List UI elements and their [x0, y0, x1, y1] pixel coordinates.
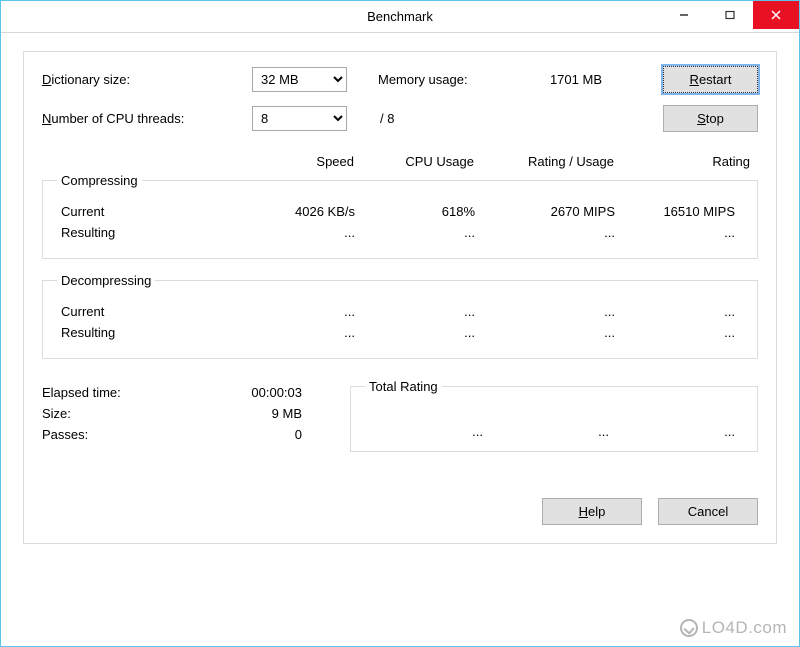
- total-rating-legend: Total Rating: [365, 379, 442, 394]
- maximize-icon: [725, 10, 735, 20]
- passes-label: Passes:: [42, 427, 182, 442]
- row-label: Current: [57, 304, 243, 319]
- memory-usage-label: Memory usage:: [372, 72, 502, 87]
- close-icon: [770, 9, 782, 21]
- dictionary-row: Dictionary size: 32 MB Memory usage: 170…: [42, 66, 758, 93]
- titlebar: Benchmark: [1, 1, 799, 33]
- benchmark-window: Benchmark Dictionary size: 32 MB: [0, 0, 800, 647]
- maximize-button[interactable]: [707, 1, 753, 29]
- bottom-area: Elapsed time: 00:00:03 Size: 9 MB Passes…: [42, 379, 758, 452]
- cell-rating: ...: [623, 325, 743, 340]
- cell-speed: ...: [243, 325, 363, 340]
- threads-max: / 8: [372, 111, 502, 126]
- decompressing-legend: Decompressing: [57, 273, 155, 288]
- total-rating-group: Total Rating ... ... ...: [350, 379, 758, 452]
- elapsed-label: Elapsed time:: [42, 385, 182, 400]
- dialog-buttons: Help Cancel: [42, 498, 758, 525]
- cpu-threads-select[interactable]: 8: [252, 106, 347, 131]
- header-rating: Rating: [622, 154, 758, 169]
- elapsed-row: Elapsed time: 00:00:03: [42, 385, 322, 400]
- header-rating-usage: Rating / Usage: [482, 154, 622, 169]
- row-label: Resulting: [57, 325, 243, 340]
- compressing-group: Compressing Current 4026 KB/s 618% 2670 …: [42, 173, 758, 259]
- row-label: Current: [57, 204, 243, 219]
- cell-speed: ...: [243, 304, 363, 319]
- cell-speed: 4026 KB/s: [243, 204, 363, 219]
- watermark: LO4D.com: [680, 618, 787, 638]
- watermark-text: LO4D.com: [702, 618, 787, 638]
- memory-usage-value: 1701 MB: [502, 72, 622, 87]
- cell-rating-usage: ...: [483, 225, 623, 240]
- cpu-threads-label: Number of CPU threads:: [42, 111, 252, 126]
- window-controls: [661, 1, 799, 29]
- total-row: ... ... ...: [365, 424, 743, 439]
- dictionary-size-select[interactable]: 32 MB: [252, 67, 347, 92]
- cell-speed: ...: [243, 225, 363, 240]
- size-label: Size:: [42, 406, 182, 421]
- cell-cpu: 618%: [363, 204, 483, 219]
- stop-button[interactable]: Stop: [663, 105, 758, 132]
- minimize-icon: [679, 10, 689, 20]
- close-button[interactable]: [753, 1, 799, 29]
- threads-row: Number of CPU threads: 8 / 8 Stop: [42, 105, 758, 132]
- decompressing-group: Decompressing Current ... ... ... ... Re…: [42, 273, 758, 359]
- stats-block: Elapsed time: 00:00:03 Size: 9 MB Passes…: [42, 379, 322, 452]
- cell-rating-usage: ...: [483, 325, 623, 340]
- table-row: Resulting ... ... ... ...: [57, 325, 743, 340]
- restart-button[interactable]: Restart: [663, 66, 758, 93]
- cell-cpu: ...: [363, 325, 483, 340]
- row-label: Resulting: [57, 225, 243, 240]
- cell-rating: ...: [623, 225, 743, 240]
- total-val-1: ...: [365, 424, 491, 439]
- table-row: Current 4026 KB/s 618% 2670 MIPS 16510 M…: [57, 204, 743, 219]
- dictionary-size-label: Dictionary size:: [42, 72, 252, 87]
- minimize-button[interactable]: [661, 1, 707, 29]
- main-panel: Dictionary size: 32 MB Memory usage: 170…: [23, 51, 777, 544]
- table-row: Current ... ... ... ...: [57, 304, 743, 319]
- cell-rating-usage: ...: [483, 304, 623, 319]
- total-val-2: ...: [491, 424, 617, 439]
- column-headers: Speed CPU Usage Rating / Usage Rating: [42, 154, 758, 169]
- table-row: Resulting ... ... ... ...: [57, 225, 743, 240]
- watermark-icon: [680, 619, 698, 637]
- compressing-legend: Compressing: [57, 173, 142, 188]
- header-cpu-usage: CPU Usage: [362, 154, 482, 169]
- help-button[interactable]: Help: [542, 498, 642, 525]
- elapsed-value: 00:00:03: [182, 385, 322, 400]
- size-row: Size: 9 MB: [42, 406, 322, 421]
- size-value: 9 MB: [182, 406, 322, 421]
- cell-cpu: ...: [363, 225, 483, 240]
- cell-rating: 16510 MIPS: [623, 204, 743, 219]
- cancel-button[interactable]: Cancel: [658, 498, 758, 525]
- total-val-3: ...: [617, 424, 743, 439]
- cell-cpu: ...: [363, 304, 483, 319]
- header-speed: Speed: [242, 154, 362, 169]
- passes-row: Passes: 0: [42, 427, 322, 442]
- content-area: Dictionary size: 32 MB Memory usage: 170…: [1, 33, 799, 562]
- cell-rating-usage: 2670 MIPS: [483, 204, 623, 219]
- passes-value: 0: [182, 427, 322, 442]
- cell-rating: ...: [623, 304, 743, 319]
